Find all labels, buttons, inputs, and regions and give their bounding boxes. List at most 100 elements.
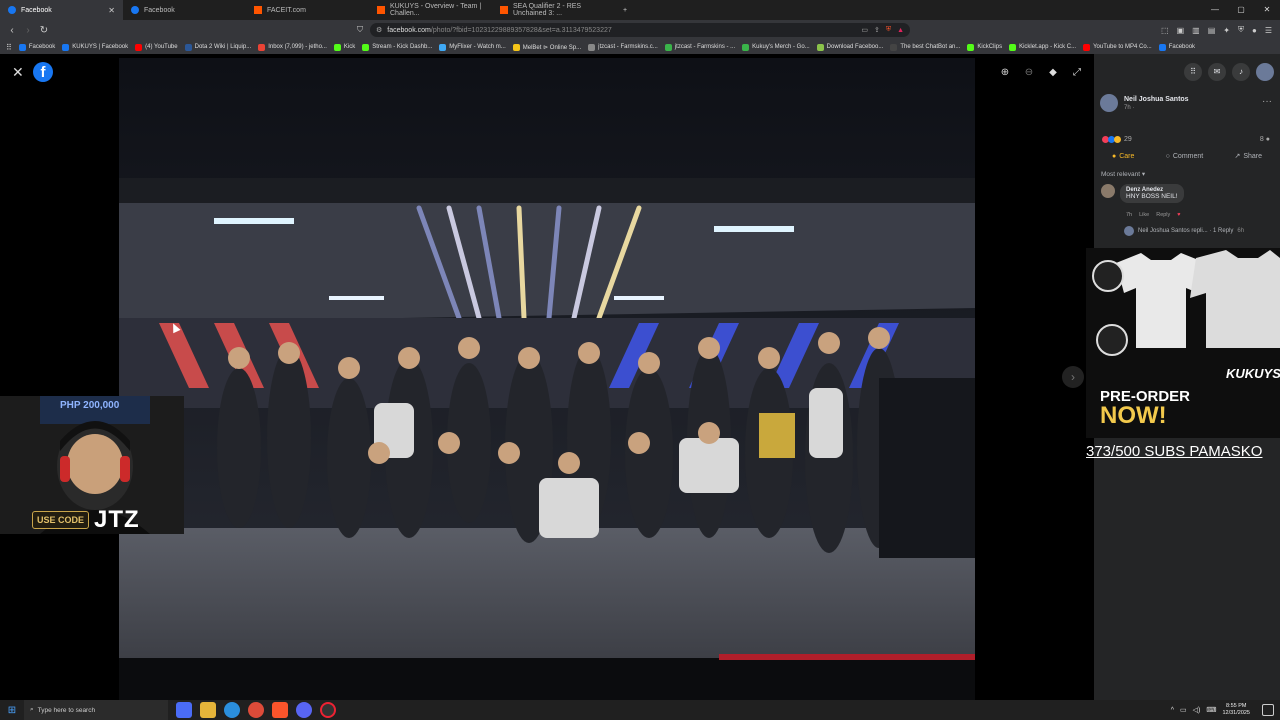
chevron-right-icon[interactable]: › xyxy=(1062,366,1084,388)
bookmark-item[interactable]: Kicklet.app - Kick C... xyxy=(1009,43,1076,51)
bookmark-item[interactable]: Stream - Kick Dashb... xyxy=(362,43,432,51)
tab-label: SEA Qualifier 2 - RES Unchained 3: ... xyxy=(513,3,582,17)
streamer-illustration xyxy=(0,396,184,534)
comment-reply-link[interactable]: Reply xyxy=(1156,212,1170,218)
tab-label: Facebook xyxy=(144,6,175,14)
windows-start-icon[interactable]: ⊞ xyxy=(0,705,24,716)
viewer-toolbar: ⊕ ⊖ ◆ ⤢ xyxy=(998,66,1084,80)
view-replies-link[interactable]: Neil Joshua Santos repli... · 1 Reply 6h xyxy=(1124,226,1244,236)
bookmark-item[interactable]: KickClips xyxy=(967,43,1002,51)
fullscreen-icon[interactable]: ⤢ xyxy=(1070,66,1084,80)
comment-time[interactable]: 7h xyxy=(1126,212,1132,218)
obs-icon[interactable] xyxy=(320,702,336,718)
more-options-icon[interactable]: ··· xyxy=(1262,96,1272,107)
comment-count[interactable]: 8 ● xyxy=(1260,136,1270,143)
wallet-icon[interactable]: ▤ xyxy=(1208,26,1216,35)
brave-icon[interactable] xyxy=(272,702,288,718)
close-icon[interactable]: ✕ xyxy=(12,64,24,81)
bookmark-icon[interactable]: ⛉ xyxy=(352,25,368,35)
brave-shield-icon[interactable]: ⛨ xyxy=(886,26,891,34)
post-author[interactable]: Neil Joshua Santos xyxy=(1124,96,1189,103)
back-icon[interactable]: ‹ xyxy=(4,25,20,36)
bell-icon[interactable]: ♪ xyxy=(1232,63,1250,81)
profile-icon[interactable]: ● xyxy=(1252,26,1257,35)
bookmark-item[interactable]: Facebook xyxy=(1158,43,1195,51)
leo-icon[interactable]: ✦ xyxy=(1223,26,1230,35)
extension-icon[interactable]: ⬚ xyxy=(1161,26,1169,35)
browser-tab-facebook[interactable]: Facebook xyxy=(123,0,246,20)
facebook-logo[interactable]: f xyxy=(33,62,53,82)
task-view-icon[interactable] xyxy=(176,702,192,718)
reaction-summary[interactable]: 29 xyxy=(1102,136,1132,143)
bookmark-item[interactable]: MelBet ⊳ Online Sp... xyxy=(512,43,581,51)
comment-meta: 7h Like Reply ♥ xyxy=(1126,212,1181,218)
volume-icon[interactable]: ◁) xyxy=(1193,706,1201,714)
author-avatar[interactable] xyxy=(1100,94,1118,112)
webcam-overlay: PHP 200,000 xyxy=(0,396,184,534)
notification-icon[interactable] xyxy=(1262,704,1274,716)
bookmark-item[interactable]: Kick xyxy=(333,43,355,51)
new-tab-button[interactable]: + xyxy=(615,0,635,20)
reload-icon[interactable]: ↻ xyxy=(36,25,52,36)
close-tab-icon[interactable]: ✕ xyxy=(108,6,115,15)
zoom-in-icon[interactable]: ⊕ xyxy=(998,66,1012,80)
bookmark-item[interactable]: Inbox (7,099) - jetho... xyxy=(258,43,327,51)
messenger-icon[interactable]: ✉ xyxy=(1208,63,1226,81)
comment-sort-dropdown[interactable]: Most relevant ▾ xyxy=(1101,170,1145,178)
share-page-icon[interactable]: ⇪ xyxy=(874,26,880,34)
edge-icon[interactable] xyxy=(224,702,240,718)
post-actions: ● Care ○ Comment ↗ Share xyxy=(1100,152,1274,161)
user-avatar[interactable] xyxy=(1256,63,1274,81)
bookmark-item[interactable]: jtzcast - Farmskins.c... xyxy=(588,43,658,51)
zoom-out-icon[interactable]: ⊖ xyxy=(1022,66,1036,80)
network-icon[interactable]: ▭ xyxy=(1180,706,1187,714)
comment-button[interactable]: ○ Comment xyxy=(1166,152,1204,160)
discord-icon[interactable] xyxy=(296,702,312,718)
bookmark-item[interactable]: KUKUYS | Facebook xyxy=(62,43,128,51)
language-icon[interactable]: ⌨ xyxy=(1206,706,1216,714)
file-explorer-icon[interactable] xyxy=(200,702,216,718)
close-window-icon[interactable]: ✕ xyxy=(1254,0,1280,20)
brave-rewards-icon[interactable]: ▲ xyxy=(897,27,904,34)
browser-tab-kukuys-overview[interactable]: KUKUYS - Overview - Team | Challen... xyxy=(369,0,492,20)
cast-icon[interactable]: ▭ xyxy=(861,26,868,34)
chevron-up-icon[interactable]: ^ xyxy=(1171,707,1174,714)
extension-icon[interactable]: ▣ xyxy=(1177,26,1185,35)
browser-tab-bar: Facebook ✕ Facebook FACEIT.com KUKUYS - … xyxy=(0,0,1280,20)
bookmark-item[interactable]: jtzcast - Farmskins - ... xyxy=(664,43,735,51)
chrome-icon[interactable] xyxy=(248,702,264,718)
sidebar-icon[interactable]: ▥ xyxy=(1192,26,1200,35)
vpn-icon[interactable]: ⛨ xyxy=(1238,25,1244,35)
bookmark-item[interactable]: YouTube to MP4 Co... xyxy=(1083,43,1152,51)
menu-grid-icon[interactable]: ⠿ xyxy=(1184,63,1202,81)
commenter-avatar[interactable] xyxy=(1101,184,1115,198)
apps-grid-icon[interactable]: ⠿ xyxy=(6,43,12,52)
care-button[interactable]: ● Care xyxy=(1112,152,1134,160)
menu-icon[interactable]: ☰ xyxy=(1265,26,1272,35)
taskbar-clock[interactable]: 8:55 PM 12/31/2025 xyxy=(1222,703,1250,717)
forward-icon[interactable]: › xyxy=(20,25,36,36)
browser-tab-sea-qualifier[interactable]: SEA Qualifier 2 - RES Unchained 3: ... xyxy=(492,0,615,20)
windows-taskbar: ⊞ ⌕ Type here to search ^ ▭ ◁) ⌨ 8:55 PM… xyxy=(0,700,1280,720)
maximize-icon[interactable]: ▢ xyxy=(1228,0,1254,20)
bookmark-item[interactable]: (4) YouTube xyxy=(135,43,178,51)
post-photo[interactable] xyxy=(119,58,975,700)
share-button[interactable]: ↗ Share xyxy=(1234,152,1262,161)
tag-icon[interactable]: ◆ xyxy=(1046,66,1060,80)
browser-tab-faceit[interactable]: FACEIT.com xyxy=(246,0,369,20)
bookmark-item[interactable]: MyFlixer - Watch m... xyxy=(439,43,506,51)
comment-like-link[interactable]: Like xyxy=(1139,212,1149,218)
browser-tab-facebook-active[interactable]: Facebook ✕ xyxy=(0,0,123,20)
comment-icon: ○ xyxy=(1165,152,1170,160)
bookmark-item[interactable]: The best ChatBot an... xyxy=(890,43,960,51)
site-info-icon[interactable]: ⚙ xyxy=(376,26,382,34)
bookmark-item[interactable]: Kukuy's Merch - Go... xyxy=(742,43,810,51)
bookmark-item[interactable]: Facebook xyxy=(18,43,55,51)
minimize-icon[interactable]: — xyxy=(1202,0,1228,20)
bookmark-item[interactable]: Download Faceboo... xyxy=(816,43,883,51)
bookmark-item[interactable]: Dota 2 Wiki | Liquip... xyxy=(184,43,251,51)
post-time[interactable]: 7h · xyxy=(1124,105,1189,111)
address-bar[interactable]: ⚙ facebook.com/photo/?fbid=1023122988935… xyxy=(370,23,910,37)
toolbar-extensions: ⬚ ▣ ▥ ▤ ✦ ⛨ ● ☰ xyxy=(1161,20,1272,40)
taskbar-search[interactable]: ⌕ Type here to search xyxy=(24,700,168,720)
